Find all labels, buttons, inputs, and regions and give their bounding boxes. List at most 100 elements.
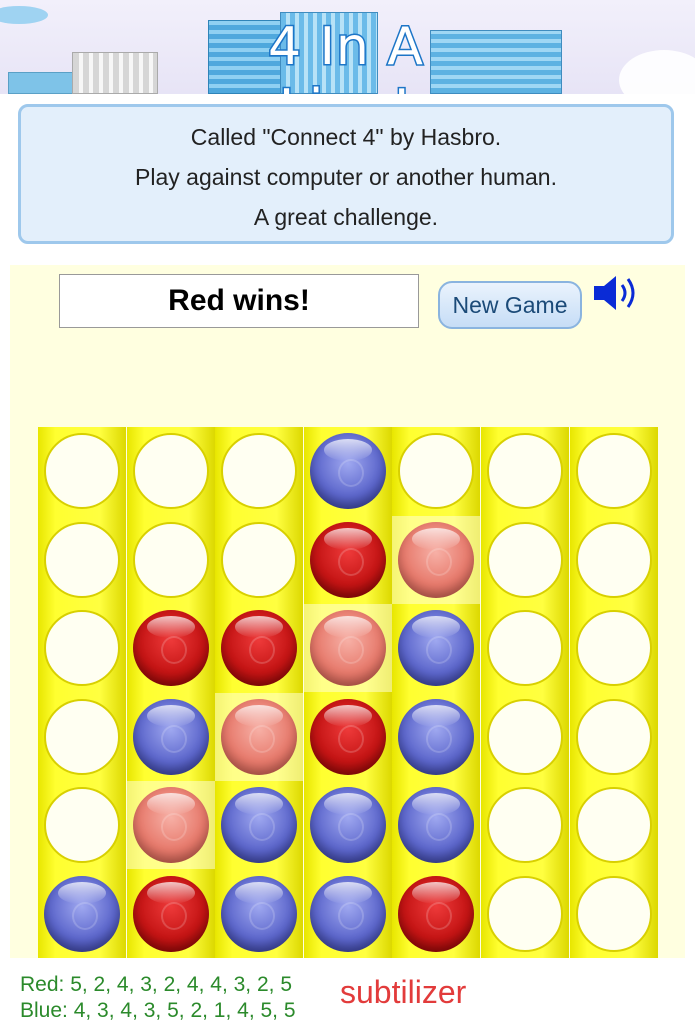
board-cell[interactable]	[303, 604, 392, 692]
empty-slot	[575, 787, 652, 863]
disc-swirl	[426, 901, 453, 930]
empty-slot	[132, 521, 209, 598]
blue-disc	[309, 433, 386, 509]
disc-highlight	[323, 881, 372, 904]
board-cell[interactable]	[570, 604, 658, 692]
board-cell[interactable]	[38, 516, 126, 604]
board-cell[interactable]	[38, 604, 126, 692]
board-cell[interactable]	[215, 516, 303, 604]
board-cell[interactable]	[304, 427, 392, 515]
board-cell[interactable]	[392, 515, 481, 604]
board-cell[interactable]	[392, 870, 480, 958]
board-cell[interactable]	[38, 427, 126, 515]
empty-slot	[487, 610, 563, 686]
board-cell[interactable]	[215, 427, 303, 515]
board-cell[interactable]	[304, 693, 392, 781]
board-cell[interactable]	[127, 870, 215, 958]
board-cell[interactable]	[570, 516, 658, 604]
board-cell[interactable]	[215, 604, 303, 692]
disc-highlight	[146, 616, 195, 638]
board-cell[interactable]	[481, 516, 569, 604]
disc-swirl	[426, 813, 453, 841]
board-cell[interactable]	[304, 516, 392, 604]
empty-slot	[44, 787, 120, 863]
disc-highlight	[412, 704, 461, 727]
building-decoration	[8, 72, 74, 94]
red-disc-winning	[398, 521, 475, 598]
board-cell[interactable]	[481, 870, 569, 958]
board-cell[interactable]	[127, 427, 215, 515]
board-cell[interactable]	[481, 604, 569, 692]
board-cell[interactable]	[127, 604, 215, 692]
board-cell[interactable]	[304, 870, 392, 958]
disc-swirl	[249, 813, 276, 841]
red-disc-winning	[309, 610, 386, 686]
disc-highlight	[323, 616, 372, 638]
disc-highlight	[323, 704, 372, 727]
empty-slot	[575, 521, 652, 598]
info-box: Called "Connect 4" by Hasbro. Play again…	[18, 104, 674, 244]
blue-moves: Blue: 4, 3, 4, 3, 5, 2, 1, 4, 5, 5	[20, 999, 296, 1022]
disc-swirl	[249, 901, 276, 930]
board-cell[interactable]	[304, 781, 392, 869]
red-disc-winning	[132, 787, 209, 863]
disc-swirl	[160, 724, 187, 753]
board-cell[interactable]	[127, 516, 215, 604]
red-moves: Red: 5, 2, 4, 3, 2, 4, 4, 3, 2, 5	[20, 973, 293, 996]
disc-swirl	[337, 459, 364, 487]
board-cell[interactable]	[38, 781, 126, 869]
board-cell[interactable]	[215, 870, 303, 958]
board-cell[interactable]	[38, 870, 126, 958]
cloud-decoration	[619, 50, 695, 94]
red-disc-winning	[221, 698, 298, 775]
board-cell[interactable]	[481, 427, 569, 515]
disc-highlight	[412, 616, 461, 638]
empty-slot	[44, 433, 120, 509]
empty-slot	[221, 521, 298, 598]
board-cell[interactable]	[392, 604, 480, 692]
empty-slot	[44, 610, 120, 686]
blue-disc	[398, 610, 475, 686]
speaker-icon[interactable]	[592, 273, 642, 313]
disc-highlight	[323, 439, 372, 461]
red-disc	[132, 610, 209, 686]
empty-slot	[221, 433, 298, 509]
status-display: Red wins!	[59, 274, 419, 328]
disc-highlight	[412, 793, 461, 815]
empty-slot	[487, 787, 563, 863]
disc-swirl	[426, 724, 453, 753]
board-cell[interactable]	[38, 693, 126, 781]
game-board[interactable]	[38, 427, 658, 958]
board-cell[interactable]	[570, 781, 658, 869]
info-line: Called "Connect 4" by Hasbro.	[190, 124, 502, 150]
board-cell[interactable]	[570, 870, 658, 958]
board-cell[interactable]	[215, 692, 304, 781]
disc-swirl	[249, 636, 276, 664]
empty-slot	[487, 698, 563, 775]
blue-disc	[221, 875, 298, 952]
disc-highlight	[412, 527, 461, 550]
board-cell[interactable]	[570, 427, 658, 515]
empty-slot	[398, 433, 475, 509]
board-cell[interactable]	[392, 693, 480, 781]
board-cell[interactable]	[126, 781, 215, 869]
disc-highlight	[146, 704, 195, 727]
board-cell[interactable]	[392, 427, 480, 515]
board-cell[interactable]	[481, 781, 569, 869]
board-cell[interactable]	[127, 693, 215, 781]
disc-swirl	[337, 547, 364, 576]
empty-slot	[575, 610, 652, 686]
game-title: 4 In A Line!	[266, 16, 424, 95]
red-disc	[398, 875, 475, 952]
cloud-decoration	[0, 6, 48, 24]
info-line: Play against computer or another human.	[135, 164, 557, 190]
board-cell[interactable]	[570, 693, 658, 781]
disc-highlight	[146, 793, 195, 815]
disc-swirl	[337, 724, 364, 753]
board-cell[interactable]	[392, 781, 480, 869]
disc-highlight	[146, 881, 195, 904]
new-game-button[interactable]: New Game	[438, 281, 582, 329]
board-cell[interactable]	[215, 781, 303, 869]
board-cell[interactable]	[481, 693, 569, 781]
blue-disc	[44, 875, 120, 952]
